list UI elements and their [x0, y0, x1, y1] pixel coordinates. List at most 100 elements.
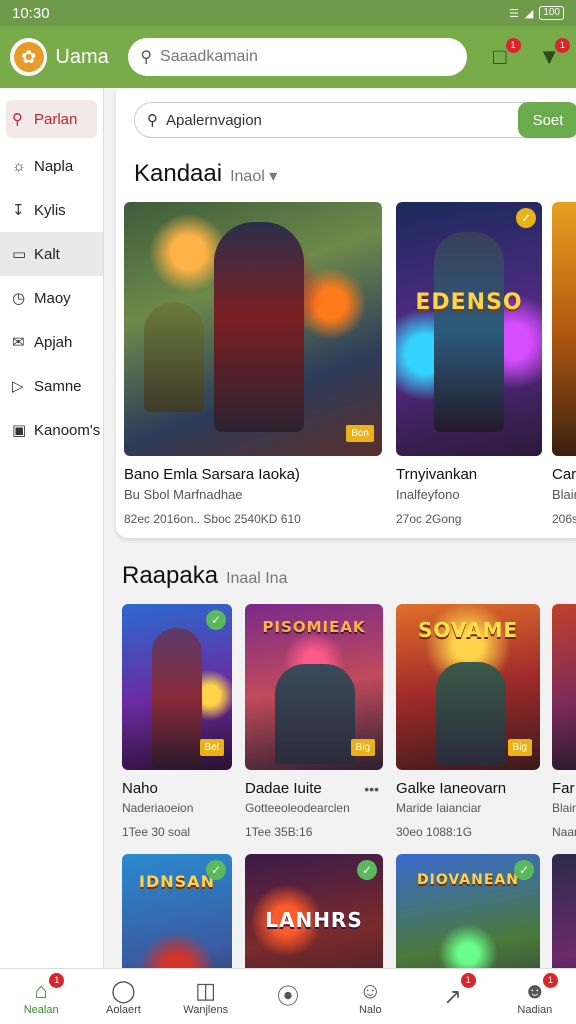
game-title: Dadae Iuite [245, 780, 322, 797]
game-stats: 30eo 1088:1G [396, 825, 473, 839]
header-search-input[interactable]: ⚲ Saaadkamain [128, 38, 468, 76]
content-search-placeholder: Apalernvagion [166, 111, 262, 129]
game-card[interactable]: DIOVANEAN ✓ [396, 854, 540, 968]
game-card[interactable]: Bon Bano Emla Sarsara Iaoka) Bu Sbol Mar… [124, 202, 382, 526]
sidebar-item-parlan[interactable]: ⚲ Parlan [6, 100, 97, 138]
game-stats: 1Tee 35B:16 [245, 825, 313, 839]
more-options-icon[interactable]: ••• [364, 781, 379, 797]
sidebar-item-label: Maoy [34, 289, 71, 307]
game-artwork [552, 604, 576, 770]
game-card[interactable]: LANHRS ✓ [245, 854, 383, 968]
sidebar-item-kalt[interactable]: ▭ Kalt [0, 232, 103, 276]
game-art-title: PISOMIEAK [262, 618, 366, 636]
app-header: ✿ Uama ⚲ Saaadkamain □ 1 ▼ 1 [0, 26, 576, 88]
alerts-button[interactable]: ▼ 1 [533, 38, 570, 74]
sidebar-item-label: Kalt [34, 245, 60, 263]
game-subtitle: Bu Sbol Marfnadhae [124, 487, 243, 502]
game-artwork: LANHRS ✓ [245, 854, 383, 968]
game-title: Bano Emla Sarsara Iaoka) [124, 466, 300, 483]
game-subtitle: Naderiaoeion [122, 801, 194, 815]
arrow-circle-icon: ⦿ [276, 983, 299, 1009]
section-filter-dropdown[interactable]: Inaol ▾ [230, 166, 277, 186]
nav-window[interactable]: ◫ Wanjlens [165, 969, 247, 1024]
game-card[interactable]: IDNSAN ✓ [122, 854, 232, 968]
game-card[interactable] [552, 854, 576, 968]
tag-icon: ▷ [12, 378, 24, 395]
sidebar-item-maoy[interactable]: ◷ Maoy [0, 276, 103, 320]
signal-icon: ◢ [524, 7, 534, 20]
sidebar-item-label: Kylis [34, 201, 66, 219]
section-subtitle: Inaal Ina [226, 570, 288, 587]
nav-badge: 1 [49, 973, 65, 988]
game-subtitle: Inalfeyfono [396, 487, 460, 502]
rating-tag: Big [350, 739, 375, 756]
sidebar-item-kylis[interactable]: ↧ Kylis [0, 188, 103, 232]
sidebar-item-label: Samne [34, 377, 82, 395]
game-card[interactable]: ✓ Bel Naho Naderiaoeion 1Tee 30 soal [122, 604, 232, 839]
game-card[interactable]: Car Blair 206s [552, 202, 576, 526]
nav-center[interactable]: ⦿ [247, 969, 329, 1024]
game-card[interactable]: SOVAME Big Galke Ianeovarn Maride Iaianc… [396, 604, 540, 839]
game-title: Trnyivankan [396, 466, 478, 483]
battery-indicator: 100 [539, 6, 564, 20]
square-icon: ▣ [12, 422, 27, 439]
sidebar-item-samne[interactable]: ▷ Samne [0, 364, 103, 408]
game-stats: Naar [552, 825, 576, 839]
messages-button[interactable]: □ 1 [483, 38, 521, 74]
nav-home[interactable]: ⌂ Nealan 1 [0, 969, 82, 1024]
download-icon: ↧ [12, 202, 25, 219]
game-card[interactable]: PISOMIEAK Big Dadae Iuite ••• Gotteeoleod… [245, 604, 383, 839]
featured-panel: ⚲ Apalernvagion Soet Kandaai Inaol ▾ Bon… [116, 88, 576, 538]
game-art-title: EDENSO [415, 290, 523, 315]
alerts-badge: 1 [554, 38, 570, 53]
trend-icon: ↗ [443, 983, 462, 1009]
sidebar-item-label: Napla [34, 157, 74, 175]
section-heading: Raapaka [122, 562, 219, 589]
main-content: ⚲ Apalernvagion Soet Kandaai Inaol ▾ Bon… [104, 88, 576, 968]
game-stats: 82ec 2016on.. Sboc 2540KD 610 [124, 512, 301, 526]
game-artwork [552, 854, 576, 968]
mail-icon: ✉ [12, 334, 25, 351]
search-icon: ⚲ [12, 111, 23, 128]
nav-chat[interactable]: ◯ Aolaert [82, 969, 164, 1024]
game-title: Car [552, 466, 576, 483]
game-title: Naho [122, 780, 158, 797]
app-name: Uama [55, 45, 109, 68]
clock-icon: ◷ [12, 290, 26, 307]
compass-icon: ☼ [12, 157, 26, 175]
game-artwork: PISOMIEAK Big [245, 604, 383, 770]
sidebar-item-label: Parlan [34, 110, 78, 128]
rating-tag: Big [507, 739, 532, 756]
sidebar-item-napla[interactable]: ☼ Napla [0, 144, 103, 188]
game-stats: 206s [552, 512, 576, 526]
wifi-icon: ☰ [508, 7, 519, 20]
section-heading: Kandaai [134, 160, 223, 187]
search-icon: ⚲ [140, 49, 153, 66]
section-title: Kandaai Inaol ▾ [134, 160, 277, 188]
content-search-input[interactable]: ⚲ Apalernvagion [134, 102, 576, 138]
card-icon: ▭ [12, 246, 27, 263]
smile-icon: ☺ [359, 977, 382, 1003]
nav-label: Wanjlens [183, 1003, 229, 1016]
check-icon: ✓ [206, 860, 226, 880]
app-logo[interactable]: ✿ [10, 38, 48, 76]
search-icon: ⚲ [147, 112, 158, 129]
nav-trend[interactable]: ↗ 1 [411, 969, 493, 1024]
sidebar-item-kanooms[interactable]: ▣ Kanoom's [0, 408, 103, 452]
home-icon: ⌂ [34, 977, 48, 1003]
nav-label: Nealan [23, 1003, 59, 1016]
leaf-icon: ✿ [13, 42, 44, 72]
game-card[interactable]: EDENSO ✓ Trnyivankan Inalfeyfono 27oc 2G… [396, 202, 542, 526]
nav-label: Nalo [358, 1003, 382, 1016]
game-subtitle: Blair [552, 487, 576, 502]
game-card[interactable]: Far Blair Naar [552, 604, 576, 839]
nav-profile[interactable]: ☻ Nadian 1 [494, 969, 576, 1024]
game-artwork: ✓ Bel [122, 604, 232, 770]
check-icon: ✓ [206, 610, 226, 630]
nav-badge: 1 [542, 973, 558, 988]
nav-nalo[interactable]: ☺ Nalo [329, 969, 411, 1024]
chat-bubble-icon: □ [493, 44, 507, 69]
sidebar-item-apjah[interactable]: ✉ Apjah [0, 320, 103, 364]
search-button[interactable]: Soet [518, 102, 576, 138]
nav-label: Nadian [517, 1003, 553, 1016]
